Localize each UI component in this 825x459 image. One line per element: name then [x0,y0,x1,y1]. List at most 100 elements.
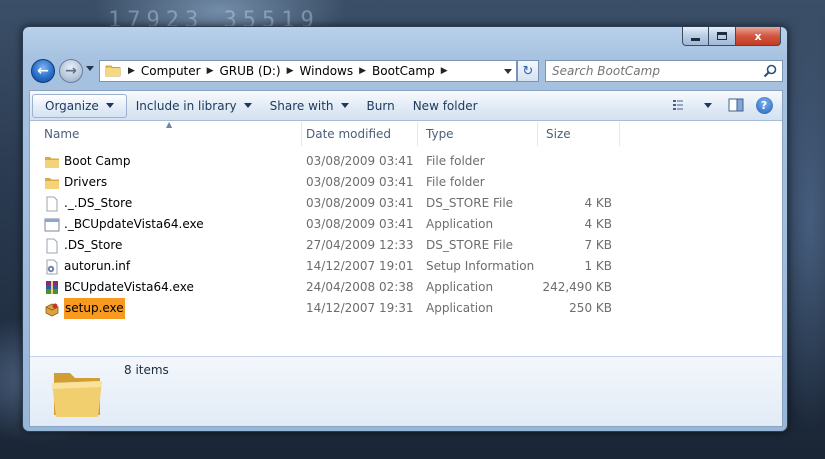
column-type-label: Type [426,127,454,141]
column-size[interactable]: Size [538,122,620,146]
new-folder-label: New folder [412,98,478,113]
file-date: 03/08/2009 03:41 [306,175,414,189]
file-date: 14/12/2007 19:01 [306,259,414,273]
explorer-window: x ← → ▶ Computer ▶ GRUB (D:) ▶ Windows ▶… [22,26,788,432]
column-date-label: Date modified [306,127,392,141]
column-size-label: Size [546,127,571,141]
view-options-dropdown[interactable] [696,94,720,116]
share-with-label: Share with [269,98,334,113]
file-name: .DS_Store [64,238,123,252]
file-name-cell[interactable]: setup.exe [44,298,125,319]
minimize-icon [691,37,700,41]
chevron-down-icon [243,103,252,108]
arrow-right-icon: → [65,63,77,79]
arrow-left-icon: ← [37,63,49,79]
recent-pages-dropdown[interactable] [86,66,94,71]
list-item[interactable]: setup.exe 14/12/2007 19:31 Application 2… [30,298,782,319]
breadcrumb-separator-icon[interactable]: ▶ [356,66,369,76]
list-item[interactable]: .DS_Store 27/04/2009 12:33 DS_STORE File… [30,235,782,256]
address-history-dropdown[interactable] [504,69,512,74]
forward-button[interactable]: → [59,59,83,83]
column-type[interactable]: Type [418,122,538,146]
file-name: setup.exe [64,298,125,319]
breadcrumb-bootcamp[interactable]: BootCamp [369,64,438,78]
file-date: 03/08/2009 03:41 [306,154,414,168]
include-in-library-label: Include in library [135,98,237,113]
installer-archive-icon [44,280,60,296]
column-name[interactable]: Name [36,122,302,146]
column-date-modified[interactable]: Date modified [298,122,418,146]
file-name-cell[interactable]: ._.DS_Store [44,193,132,214]
file-size: 1 KB [584,259,612,273]
breadcrumb-computer[interactable]: Computer [138,64,204,78]
list-item[interactable]: autorun.inf 14/12/2007 19:01 Setup Infor… [30,256,782,277]
file-type: Application [426,217,494,231]
blank-file-icon [44,196,60,212]
file-date: 03/08/2009 03:41 [306,196,414,210]
file-type: DS_STORE File [426,238,514,252]
file-size: 242,490 KB [542,280,612,294]
search-input[interactable] [552,62,762,80]
file-name: ._.DS_Store [64,196,133,210]
file-size: 7 KB [584,238,612,252]
preview-pane-button[interactable] [724,94,748,116]
file-name: ._BCUpdateVista64.exe [64,217,204,231]
file-type: File folder [426,154,485,168]
view-controls: ? [664,94,776,116]
list-item[interactable]: ._BCUpdateVista64.exe 03/08/2009 03:41 A… [30,214,782,235]
details-pane: 8 items [30,356,782,426]
file-type: File folder [426,175,485,189]
file-list: Boot Camp 03/08/2009 03:41 File folder D… [30,151,782,319]
maximize-icon [717,32,727,40]
file-name-cell[interactable]: Drivers [44,172,107,193]
item-count: 8 items [124,363,169,377]
search-icon[interactable] [763,64,777,81]
file-name-cell[interactable]: ._BCUpdateVista64.exe [44,214,204,235]
close-button[interactable]: x [736,27,781,46]
refresh-icon: ↻ [522,63,534,79]
search-box[interactable] [545,60,783,82]
chevron-down-icon [105,103,114,108]
file-type: Setup Information [426,259,535,273]
list-item[interactable]: ._.DS_Store 03/08/2009 03:41 DS_STORE Fi… [30,193,782,214]
file-size: 4 KB [584,196,612,210]
file-size: 4 KB [584,217,612,231]
file-date: 27/04/2009 12:33 [306,238,414,252]
window-controls: x [682,27,781,46]
change-view-button[interactable] [668,94,692,116]
list-item[interactable]: BCUpdateVista64.exe 24/04/2008 02:38 App… [30,277,782,298]
breadcrumb-drive[interactable]: GRUB (D:) [217,64,284,78]
burn-button[interactable]: Burn [358,94,404,118]
refresh-button[interactable]: ↻ [517,60,539,82]
file-name-cell[interactable]: BCUpdateVista64.exe [44,277,194,298]
file-name-cell[interactable]: autorun.inf [44,256,130,277]
address-bar[interactable]: ▶ Computer ▶ GRUB (D:) ▶ Windows ▶ BootC… [99,60,517,82]
share-with-button[interactable]: Share with [261,94,358,118]
new-folder-button[interactable]: New folder [404,94,487,118]
blank-file-icon [44,238,60,254]
help-icon: ? [755,96,773,114]
file-name-cell[interactable]: .DS_Store [44,235,122,256]
preview-pane-icon [728,98,744,112]
breadcrumb-separator-icon[interactable]: ▶ [438,66,451,76]
include-in-library-button[interactable]: Include in library [127,94,261,118]
file-date: 03/08/2009 03:41 [306,217,414,231]
folder-icon [44,154,60,170]
file-name-cell[interactable]: Boot Camp [44,151,130,172]
minimize-button[interactable] [682,27,709,46]
folder-icon [44,175,60,191]
file-name: autorun.inf [64,259,131,273]
file-type: DS_STORE File [426,196,514,210]
list-item[interactable]: Drivers 03/08/2009 03:41 File folder [30,172,782,193]
chevron-down-icon [340,103,349,108]
help-button[interactable]: ? [752,94,776,116]
breadcrumb-separator-icon[interactable]: ▶ [125,66,138,76]
breadcrumb-separator-icon[interactable]: ▶ [204,66,217,76]
list-item[interactable]: Boot Camp 03/08/2009 03:41 File folder [30,151,782,172]
breadcrumb-separator-icon[interactable]: ▶ [284,66,297,76]
navigation-bar: ← → ▶ Computer ▶ GRUB (D:) ▶ Windows ▶ B… [29,58,783,84]
maximize-button[interactable] [709,27,736,46]
organize-button[interactable]: Organize [32,93,127,118]
back-button[interactable]: ← [31,59,55,83]
breadcrumb-windows[interactable]: Windows [297,64,357,78]
